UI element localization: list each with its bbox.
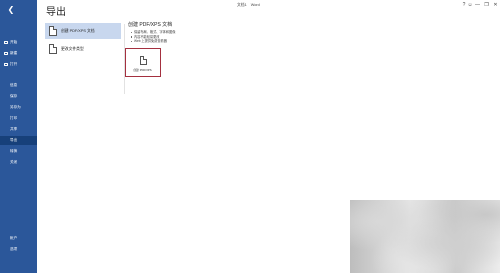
sidebar-item-label: 共享 (10, 127, 18, 131)
sidebar-item-transform[interactable]: 转换 (0, 147, 37, 156)
sidebar-item-label: 开始 (10, 40, 18, 44)
sidebar-item-label: 选项 (10, 247, 18, 251)
sidebar-item-label: 打开 (10, 62, 18, 66)
open-icon (4, 63, 8, 66)
backstage-sidebar: ❮ 开始 新建 打开 信息 保存 另存为 打印 共享 导出 转换 关闭 帐户 选… (0, 0, 37, 273)
sidebar-item-label: 信息 (10, 83, 18, 87)
sidebar-item-label: 帐户 (10, 236, 18, 240)
sidebar-item-label: 新建 (10, 51, 18, 55)
sidebar-item-info[interactable]: 信息 (0, 81, 37, 90)
sidebar-item-label: 打印 (10, 116, 18, 120)
document-icon (49, 26, 57, 36)
sidebar-item-export[interactable]: 导出 (0, 136, 37, 145)
sidebar-item-account[interactable]: 帐户 (0, 234, 37, 243)
option-label: 更改文件类型 (61, 47, 84, 51)
word-backstage-window: ❮ 开始 新建 打开 信息 保存 另存为 打印 共享 导出 转换 关闭 帐户 选… (0, 0, 500, 273)
blurred-overlay (350, 200, 500, 273)
sidebar-item-print[interactable]: 打印 (0, 114, 37, 123)
option-change-file-type[interactable]: 更改文件类型 (45, 41, 121, 57)
home-icon (4, 41, 8, 44)
pdf-document-icon (140, 56, 147, 65)
sidebar-item-home[interactable]: 开始 (0, 38, 37, 47)
app-name: Word (250, 3, 260, 7)
sidebar-item-save-as[interactable]: 另存为 (0, 103, 37, 112)
back-arrow-icon[interactable]: ❮ (6, 5, 16, 15)
sidebar-separator (0, 71, 37, 81)
sidebar-nav: 开始 新建 打开 信息 保存 另存为 打印 共享 导出 转换 关闭 (0, 38, 37, 169)
option-label: 创建 PDF/XPS 文档 (61, 29, 95, 33)
sidebar-item-label: 导出 (10, 138, 18, 142)
file-type-icon (49, 44, 57, 54)
sidebar-item-new[interactable]: 新建 (0, 49, 37, 58)
sidebar-bottom: 帐户 选项 (0, 234, 37, 256)
restore-button[interactable]: ❐ (482, 0, 491, 10)
sidebar-item-close[interactable]: 关闭 (0, 158, 37, 167)
document-title: 文档1 Word (237, 1, 263, 9)
title-bar: 文档1 Word ? ☺ — ❐ ✕ (37, 0, 500, 10)
sidebar-item-share[interactable]: 共享 (0, 125, 37, 134)
sidebar-item-label: 保存 (10, 94, 18, 98)
new-icon (4, 52, 8, 55)
bullet-item: Web 上提供免费查看器 (131, 39, 175, 44)
minimize-button[interactable]: — (473, 0, 482, 10)
window-controls: ? ☺ — ❐ ✕ (461, 0, 500, 10)
sidebar-item-open[interactable]: 打开 (0, 60, 37, 69)
document-name: 文档1 (237, 3, 247, 7)
page-title: 导出 (46, 7, 66, 18)
create-pdf-xps-button[interactable]: 创建 PDF/XPS (125, 48, 161, 77)
option-create-pdf-xps[interactable]: 创建 PDF/XPS 文档 (45, 23, 121, 39)
detail-heading: 创建 PDF/XPS 文档 (128, 22, 173, 28)
create-button-label: 创建 PDF/XPS (133, 68, 152, 72)
detail-bullets: 保留布局、格式、字体和图像 内容不能轻易更改 Web 上提供免费查看器 (131, 30, 175, 44)
sidebar-item-label: 关闭 (10, 160, 18, 164)
close-button[interactable]: ✕ (491, 0, 500, 10)
sidebar-item-options[interactable]: 选项 (0, 245, 37, 254)
sidebar-item-label: 转换 (10, 149, 18, 153)
sidebar-item-save[interactable]: 保存 (0, 92, 37, 101)
sidebar-item-label: 另存为 (10, 105, 21, 109)
